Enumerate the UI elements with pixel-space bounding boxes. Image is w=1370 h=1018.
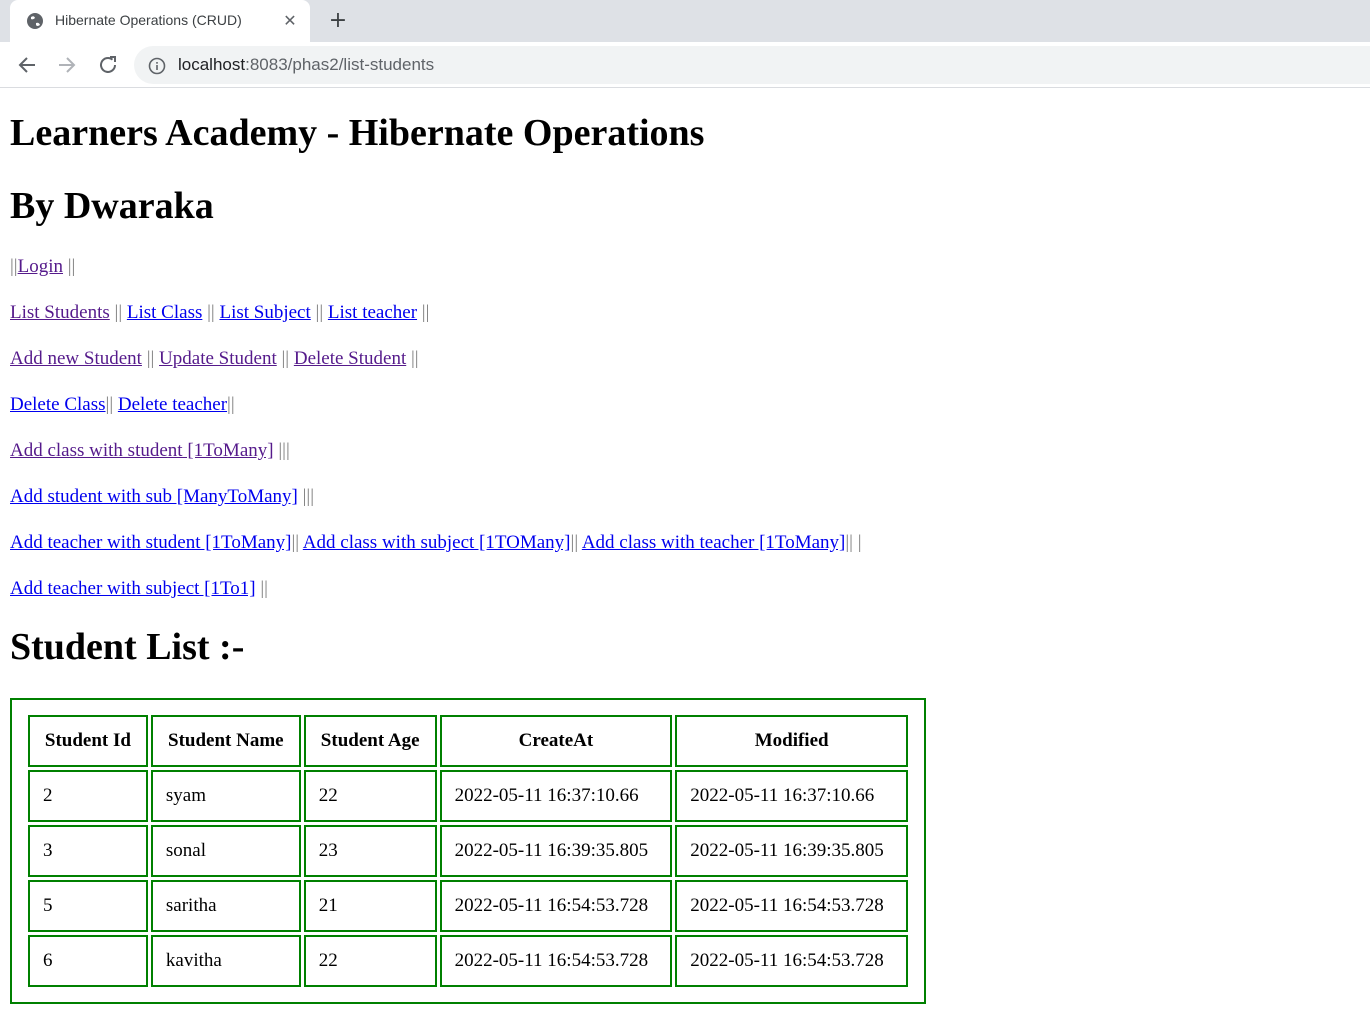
modified-cell: 2022-05-11 16:54:53.728	[675, 880, 908, 933]
login-link[interactable]: Login	[18, 256, 63, 277]
table-header-row: Student Id Student Name Student Age Crea…	[28, 715, 908, 768]
list-students-link[interactable]: List Students	[10, 302, 110, 323]
list-class-link[interactable]: List Class	[127, 302, 202, 323]
student-age-cell: 22	[303, 935, 437, 988]
forward-arrow-icon[interactable]	[55, 53, 79, 77]
add-student-link[interactable]: Add new Student	[10, 348, 142, 369]
browser-tab[interactable]: Hibernate Operations (CRUD) ✕	[10, 0, 310, 42]
column-header: Student Age	[303, 715, 437, 768]
modified-cell: 2022-05-11 16:37:10.66	[675, 770, 908, 823]
student-age-cell: 23	[303, 825, 437, 878]
created-at-cell: 2022-05-11 16:54:53.728	[439, 935, 673, 988]
reload-icon[interactable]	[96, 53, 120, 77]
add-class-subject-link[interactable]: Add class with subject [1TOMany]	[303, 532, 571, 553]
student-age-cell: 22	[303, 770, 437, 823]
tab-title: Hibernate Operations (CRUD)	[55, 12, 242, 28]
add-teacher-student-link[interactable]: Add teacher with student [1ToMany]	[10, 532, 291, 553]
browser-toolbar: localhost:8083/phas2/list-students	[0, 42, 1370, 88]
column-header: Student Id	[28, 715, 148, 768]
add-student-sub-link[interactable]: Add student with sub [ManyToMany]	[10, 486, 298, 507]
add-teacher-subject-link[interactable]: Add teacher with subject [1To1]	[10, 578, 256, 599]
page-title: Learners Academy - Hibernate Operations	[10, 112, 705, 154]
list-teacher-link[interactable]: List teacher	[328, 302, 417, 323]
nav-line-class-student: Add class with student [1ToMany] |||	[10, 440, 290, 462]
add-class-student-link[interactable]: Add class with student [1ToMany]	[10, 440, 274, 461]
modified-cell: 2022-05-11 16:54:53.728	[675, 935, 908, 988]
column-header: CreateAt	[439, 715, 673, 768]
table-row: 5 saritha 21 2022-05-11 16:54:53.728 202…	[28, 880, 908, 933]
back-arrow-icon[interactable]	[15, 53, 39, 77]
nav-line-student-ops: Add new Student || Update Student || Del…	[10, 348, 419, 370]
student-name-cell: kavitha	[150, 935, 301, 988]
student-name-cell: saritha	[150, 880, 301, 933]
add-class-teacher-link[interactable]: Add class with teacher [1ToMany]	[582, 532, 846, 553]
student-id-cell: 3	[28, 825, 148, 878]
created-at-cell: 2022-05-11 16:39:35.805	[439, 825, 673, 878]
delete-teacher-link[interactable]: Delete teacher	[118, 394, 227, 415]
delete-student-link[interactable]: Delete Student	[294, 348, 406, 369]
nav-line-delete: Delete Class|| Delete teacher||	[10, 394, 235, 416]
author-title: By Dwaraka	[10, 184, 214, 227]
url-text[interactable]: localhost:8083/phas2/list-students	[178, 55, 434, 75]
address-bar[interactable]: localhost:8083/phas2/list-students	[134, 46, 1370, 84]
new-tab-icon[interactable]: +	[326, 9, 350, 33]
created-at-cell: 2022-05-11 16:54:53.728	[439, 880, 673, 933]
student-name-cell: syam	[150, 770, 301, 823]
student-id-cell: 2	[28, 770, 148, 823]
list-subject-link[interactable]: List Subject	[219, 302, 310, 323]
nav-line-teacher-subject: Add teacher with subject [1To1] ||	[10, 578, 268, 600]
student-list-title: Student List :-	[10, 626, 245, 669]
globe-icon	[27, 13, 43, 29]
update-student-link[interactable]: Update Student	[159, 348, 277, 369]
column-header: Modified	[675, 715, 908, 768]
student-id-cell: 6	[28, 935, 148, 988]
table-row: 6 kavitha 22 2022-05-11 16:54:53.728 202…	[28, 935, 908, 988]
nav-line-student-sub: Add student with sub [ManyToMany] |||	[10, 486, 315, 508]
tab-strip: Hibernate Operations (CRUD) ✕ +	[0, 0, 1370, 42]
nav-line-mappings: Add teacher with student [1ToMany]|| Add…	[10, 532, 862, 554]
nav-line-login: ||Login ||	[10, 256, 76, 278]
student-age-cell: 21	[303, 880, 437, 933]
nav-line-list: List Students || List Class || List Subj…	[10, 302, 430, 324]
student-table: Student Id Student Name Student Age Crea…	[10, 698, 926, 1005]
table-row: 3 sonal 23 2022-05-11 16:39:35.805 2022-…	[28, 825, 908, 878]
student-name-cell: sonal	[150, 825, 301, 878]
info-icon[interactable]	[148, 57, 166, 75]
table-row: 2 syam 22 2022-05-11 16:37:10.66 2022-05…	[28, 770, 908, 823]
close-tab-icon[interactable]: ✕	[280, 11, 300, 31]
student-id-cell: 5	[28, 880, 148, 933]
delete-class-link[interactable]: Delete Class	[10, 394, 106, 415]
column-header: Student Name	[150, 715, 301, 768]
created-at-cell: 2022-05-11 16:37:10.66	[439, 770, 673, 823]
modified-cell: 2022-05-11 16:39:35.805	[675, 825, 908, 878]
page-content: Learners Academy - Hibernate Operations …	[0, 112, 1370, 1005]
